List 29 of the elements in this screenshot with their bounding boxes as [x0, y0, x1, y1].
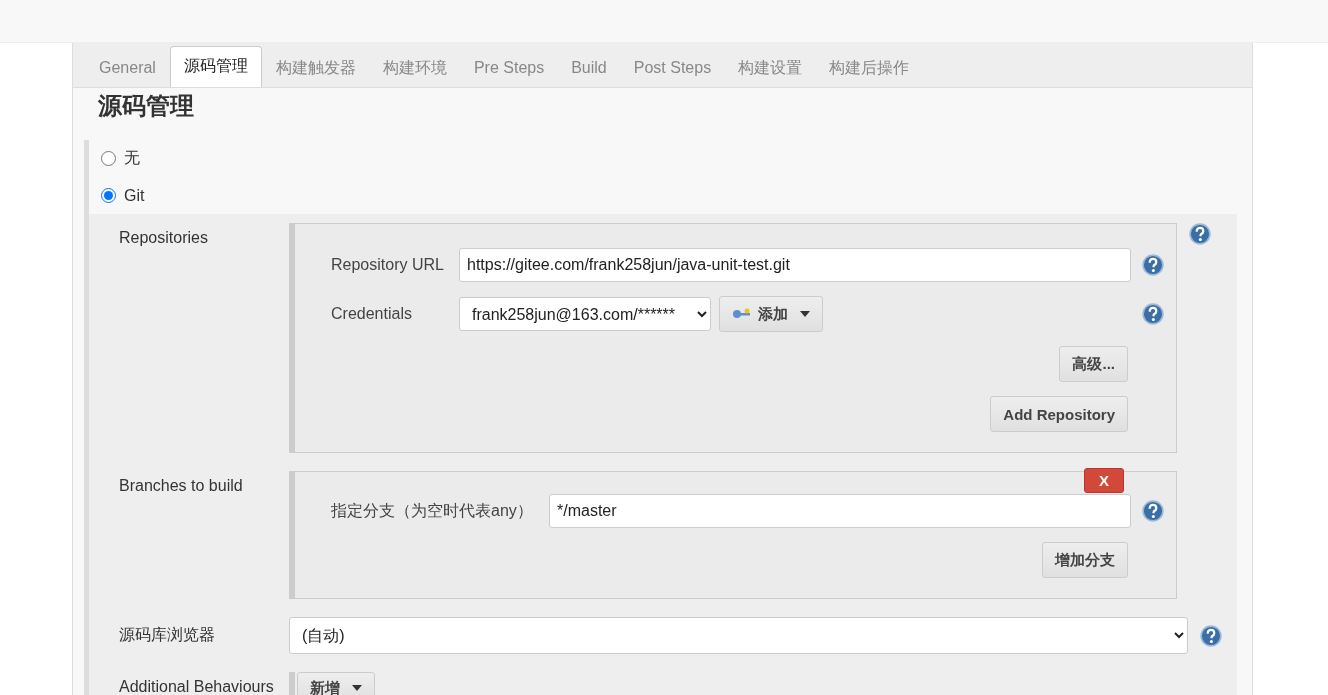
help-icon[interactable] [1200, 624, 1222, 647]
radio-label: Git [124, 186, 145, 205]
add-repository-button[interactable]: Add Repository [990, 396, 1128, 432]
field-label: 指定分支（为空时代表any） [331, 500, 534, 521]
help-icon[interactable] [1142, 500, 1164, 522]
branch-specifier-field[interactable]: */master [549, 494, 1131, 528]
section-title: 源码管理 [97, 91, 195, 121]
add-behaviour-button[interactable]: 新增 [297, 672, 375, 695]
add-credentials-button[interactable]: 添加 [719, 296, 823, 332]
field-label: Repository URL [331, 256, 445, 274]
advanced-button[interactable]: 高级... [1059, 346, 1128, 382]
radio-button[interactable] [101, 151, 116, 166]
repository-browser-dropdown[interactable]: (自动) [289, 617, 1188, 654]
help-icon[interactable] [1142, 254, 1164, 276]
help-icon[interactable] [1189, 223, 1211, 245]
credentials-dropdown[interactable]: frank258jun@163.com/****** [459, 297, 711, 331]
field-label: Repositories [119, 228, 209, 247]
help-icon[interactable] [1142, 303, 1164, 325]
tab[interactable]: 源码管理 [169, 46, 262, 87]
radio-label: 无 [124, 148, 140, 168]
add-branch-button[interactable]: 增加分支 [1042, 542, 1128, 578]
delete-button[interactable]: X [1084, 468, 1124, 493]
field-label: 源码库浏览器 [119, 625, 216, 645]
radio-button[interactable] [101, 188, 116, 203]
repository-url-field[interactable]: https://gitee.com/frank258jun/java-unit-test.git [459, 248, 1131, 282]
field-label: Credentials [331, 305, 413, 323]
key-icon [732, 308, 752, 320]
field-label: Branches to build [119, 476, 244, 495]
field-label: Additional Behaviours [119, 677, 275, 695]
